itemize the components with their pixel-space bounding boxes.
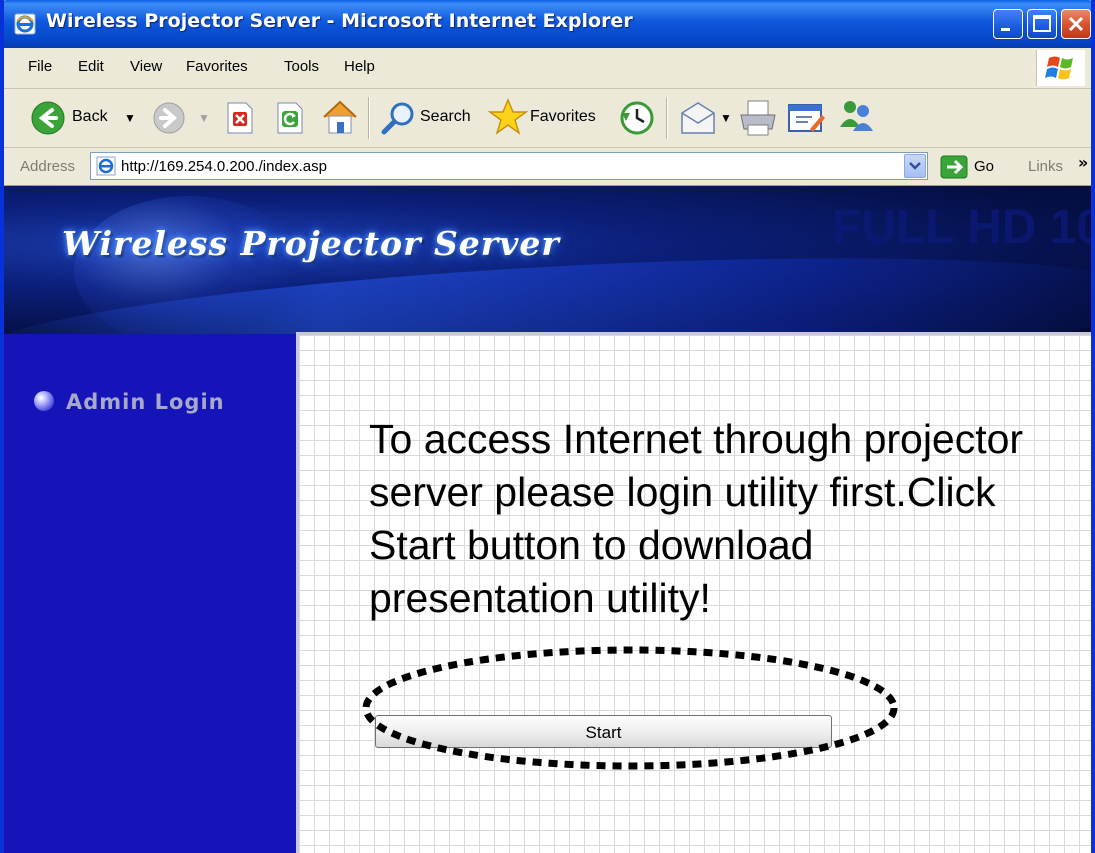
banner-title: Wireless Projector Server [62, 224, 560, 263]
mail-dropdown-icon[interactable]: ▼ [720, 111, 732, 125]
back-dropdown-icon[interactable]: ▼ [124, 111, 136, 125]
minimize-button[interactable] [993, 9, 1023, 39]
toolbar-separator [368, 97, 370, 139]
menu-view[interactable]: View [130, 58, 162, 75]
toolbar-separator [666, 97, 668, 139]
windows-logo-icon [1045, 56, 1073, 80]
forward-dropdown-icon[interactable]: ▼ [198, 111, 210, 125]
ie-logo-icon [14, 13, 36, 35]
mail-icon[interactable] [678, 101, 718, 135]
banner-badge-text: FULL HD 10 [832, 201, 1091, 254]
print-icon[interactable] [738, 99, 778, 137]
home-icon[interactable] [320, 97, 360, 137]
search-icon[interactable] [380, 99, 418, 137]
menu-tools[interactable]: Tools [284, 58, 319, 75]
address-bar: Address http://169.254.0.200./index.asp … [4, 148, 1091, 186]
forward-arrow-icon[interactable] [152, 101, 186, 135]
menu-favorites[interactable]: Favorites [186, 58, 248, 75]
links-chevron-icon[interactable]: » [1078, 153, 1088, 172]
page-ie-icon [96, 156, 116, 176]
address-dropdown-button[interactable] [904, 154, 926, 178]
browser-window: Wireless Projector Server - Microsoft In… [0, 0, 1095, 853]
start-button[interactable]: Start [375, 715, 832, 748]
instruction-message: To access Internet through projector ser… [369, 416, 1024, 621]
address-input[interactable]: http://169.254.0.200./index.asp [90, 152, 928, 180]
web-page: FULL HD 10 Wireless Projector Server Adm… [4, 186, 1091, 853]
title-bar[interactable]: Wireless Projector Server - Microsoft In… [4, 0, 1091, 48]
sidebar: Admin Login [4, 334, 296, 853]
minimize-icon [1001, 28, 1010, 31]
sidebar-item-admin-login[interactable]: Admin Login [66, 390, 225, 414]
page-banner: FULL HD 10 Wireless Projector Server [4, 186, 1091, 334]
menu-file[interactable]: File [28, 58, 52, 75]
chevron-down-icon [909, 162, 921, 170]
standard-toolbar: Back ▼ ▼ Search Favorites ▼ [4, 89, 1091, 148]
address-label: Address [20, 158, 76, 175]
go-button-label[interactable]: Go [974, 158, 994, 175]
favorites-button-label[interactable]: Favorites [530, 108, 596, 126]
bullet-orb-icon [34, 391, 54, 411]
go-arrow-icon[interactable] [940, 155, 968, 179]
history-icon[interactable] [618, 99, 656, 137]
refresh-icon[interactable] [274, 101, 306, 135]
maximize-icon [1033, 15, 1051, 32]
edit-page-icon[interactable] [786, 101, 826, 135]
address-url: http://169.254.0.200./index.asp [121, 158, 327, 175]
search-button-label[interactable]: Search [420, 108, 471, 126]
close-button[interactable] [1061, 9, 1091, 39]
menu-edit[interactable]: Edit [78, 58, 104, 75]
links-label[interactable]: Links [1028, 158, 1063, 175]
window-title: Wireless Projector Server - Microsoft In… [46, 10, 633, 32]
windows-flag-logo [1036, 50, 1085, 86]
back-button-label[interactable]: Back [72, 108, 108, 126]
main-content: To access Internet through projector ser… [296, 332, 1091, 853]
close-icon [1068, 16, 1084, 32]
stop-icon[interactable] [224, 101, 256, 135]
menu-help[interactable]: Help [344, 58, 375, 75]
messenger-icon[interactable] [836, 97, 876, 135]
back-arrow-icon[interactable] [30, 100, 66, 136]
favorites-star-icon[interactable] [488, 97, 528, 137]
menu-bar: File Edit View Favorites Tools Help [4, 48, 1091, 89]
maximize-button[interactable] [1027, 9, 1057, 39]
